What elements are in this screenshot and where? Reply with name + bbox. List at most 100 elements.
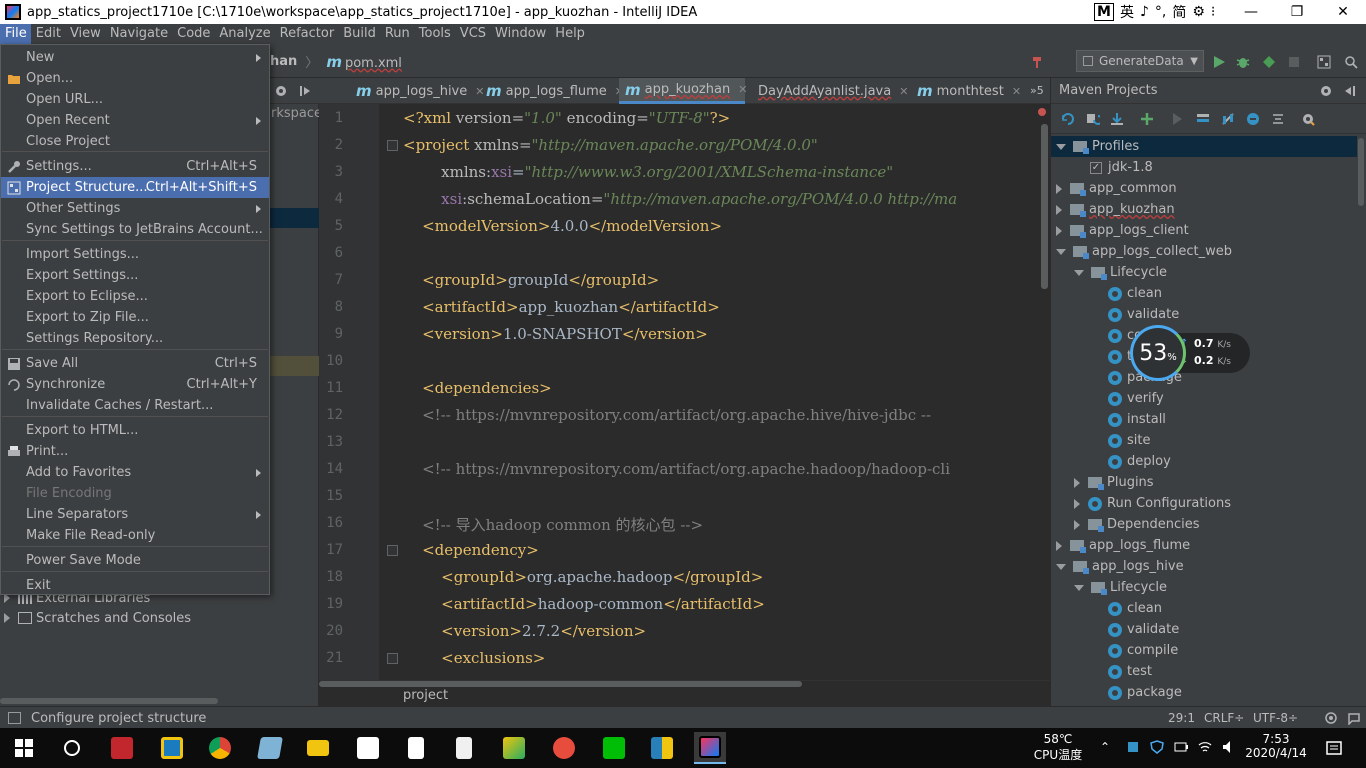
xml-breadcrumb[interactable]: project: [403, 688, 448, 703]
menu-view[interactable]: View: [65, 24, 105, 44]
fold-marker-icon[interactable]: [387, 653, 398, 664]
file-menu-item-export-settings[interactable]: Export Settings...: [1, 265, 269, 286]
maven-tree-item-deploy[interactable]: deploy: [1051, 451, 1357, 472]
tree-selected-row[interactable]: [270, 208, 319, 228]
collapse-icon[interactable]: [1074, 269, 1084, 276]
hide-panel-icon[interactable]: [298, 84, 312, 98]
ime-moon-icon[interactable]: ♪: [1140, 4, 1149, 20]
event-log-icon[interactable]: [1347, 711, 1361, 725]
windows-start-icon[interactable]: [8, 732, 40, 764]
maven-tree-item-validate[interactable]: validate: [1051, 619, 1357, 640]
ime-simplified[interactable]: 简: [1172, 2, 1186, 22]
collapse-all-icon[interactable]: [1271, 112, 1285, 126]
clock[interactable]: 7:53 2020/4/14: [1244, 732, 1308, 760]
security-shield-icon[interactable]: [1150, 740, 1164, 754]
document-icon[interactable]: [400, 732, 432, 764]
reimport-icon[interactable]: [1061, 112, 1075, 126]
battery-icon[interactable]: [1174, 740, 1188, 754]
file-menu-item-print[interactable]: Print...: [1, 441, 269, 462]
code-editor[interactable]: 1 2 3 4 5 6 7 8 9 10 11 12 13 14 15 16 17 18 19 20 21 <?xml …: [319, 104, 1050, 680]
gear-icon[interactable]: [1319, 84, 1333, 98]
file-menu-item-other-settings[interactable]: Other Settings: [1, 198, 269, 219]
search-icon[interactable]: [1344, 55, 1358, 69]
menu-help[interactable]: Help: [550, 24, 589, 44]
file-menu-item-power-save-mode[interactable]: Power Save Mode: [1, 550, 269, 571]
execute-goal-icon[interactable]: [1196, 112, 1210, 126]
menu-edit[interactable]: Edit: [31, 24, 65, 44]
minimize-button[interactable]: —: [1228, 0, 1274, 24]
tab-overflow-button[interactable]: »5: [1030, 84, 1044, 97]
ime-language[interactable]: 英: [1120, 2, 1134, 22]
run-icon[interactable]: [1212, 55, 1226, 69]
shield-icon[interactable]: [646, 732, 678, 764]
tab-app-logs-hive[interactable]: m app_logs_hive ✕: [350, 78, 484, 104]
collapse-icon[interactable]: [1074, 584, 1084, 591]
breadcrumb-file[interactable]: m pom.xml: [326, 53, 402, 71]
menu-build[interactable]: Build: [338, 24, 380, 44]
add-icon[interactable]: [1140, 112, 1154, 126]
maven-tree-item-site[interactable]: site: [1051, 430, 1357, 451]
maven-tree-item-clean[interactable]: clean: [1051, 598, 1357, 619]
close-button[interactable]: ✕: [1320, 0, 1366, 24]
file-menu-item-new[interactable]: New: [1, 47, 269, 68]
intellij-taskbar-icon[interactable]: [694, 732, 726, 764]
search-icon[interactable]: [56, 732, 88, 764]
menu-tools[interactable]: Tools: [414, 24, 455, 44]
menu-vcs[interactable]: VCS: [455, 24, 490, 44]
maven-tree-item-dependencies[interactable]: Dependencies: [1051, 514, 1357, 535]
menu-code[interactable]: Code: [172, 24, 214, 44]
file-menu-item-exit[interactable]: Exit: [1, 575, 269, 596]
file-menu-item-invalidate-caches-restart[interactable]: Invalidate Caches / Restart...: [1, 395, 269, 416]
file-menu-item-save-all[interactable]: Save All Ctrl+S: [1, 353, 269, 374]
file-menu-item-open[interactable]: Open...: [1, 68, 269, 89]
maven-tree-item-jdk-1-8[interactable]: ✓ jdk-1.8: [1051, 157, 1357, 178]
flash-icon[interactable]: [106, 732, 138, 764]
tool-window-toggle-icon[interactable]: [8, 712, 21, 724]
cpu-temperature[interactable]: 58℃ CPU温度: [1030, 732, 1086, 763]
maven-tree-item-profiles[interactable]: Profiles: [1051, 136, 1357, 157]
file-menu-item-make-file-read-only[interactable]: Make File Read-only: [1, 525, 269, 546]
close-icon[interactable]: ✕: [1012, 85, 1021, 98]
ime-more-icon[interactable]: ⁝: [1211, 4, 1215, 20]
file-menu-item-settings[interactable]: Settings... Ctrl+Alt+S: [1, 156, 269, 177]
menu-refactor[interactable]: Refactor: [275, 24, 339, 44]
maven-tree-item-validate[interactable]: validate: [1051, 304, 1357, 325]
maven-tree-item-run-configurations[interactable]: Run Configurations: [1051, 493, 1357, 514]
download-icon[interactable]: [1110, 112, 1124, 126]
line-separator[interactable]: CRLF÷: [1204, 711, 1244, 725]
file-menu-item-export-to-zip-file[interactable]: Export to Zip File...: [1, 307, 269, 328]
inspector-icon[interactable]: [1324, 711, 1338, 725]
maven-tree-item-compile[interactable]: compile: [1051, 640, 1357, 661]
show-hidden-icons[interactable]: ⌃: [1100, 740, 1110, 754]
browser-icon[interactable]: [498, 732, 530, 764]
coverage-icon[interactable]: [1262, 55, 1276, 69]
run-configuration-select[interactable]: GenerateData ▼: [1076, 50, 1204, 72]
expand-icon[interactable]: [1074, 477, 1080, 488]
build-hammer-icon[interactable]: [1030, 55, 1044, 69]
file-menu-item-export-to-html[interactable]: Export to HTML...: [1, 420, 269, 441]
debug-icon[interactable]: [1236, 55, 1250, 69]
network-monitor-widget[interactable]: ↑ 0.7 K/s ↓ 0.2 K/s 53%: [1130, 325, 1250, 381]
maven-tree-item-test[interactable]: test: [1051, 661, 1357, 682]
volume-icon[interactable]: [1222, 740, 1236, 754]
maven-tree-item-package[interactable]: package: [1051, 682, 1357, 703]
document-icon[interactable]: [448, 732, 480, 764]
file-menu-item-synchronize[interactable]: Synchronize Ctrl+Alt+Y: [1, 374, 269, 395]
ime-settings-icon[interactable]: ⚙: [1192, 4, 1205, 20]
maven-tree-item-verify[interactable]: verify: [1051, 388, 1357, 409]
menu-file[interactable]: File: [0, 24, 31, 44]
tree-item-scratches[interactable]: Scratches and Consoles: [4, 608, 191, 628]
menu-window[interactable]: Window: [490, 24, 550, 44]
file-menu-item-open-recent[interactable]: Open Recent: [1, 110, 269, 131]
iqiyi-icon[interactable]: [598, 732, 630, 764]
maven-tree-item-app-logs-collect-web[interactable]: app_logs_collect_web: [1051, 241, 1357, 262]
close-icon[interactable]: ✕: [738, 83, 747, 96]
menu-run[interactable]: Run: [380, 24, 414, 44]
file-menu-item-settings-repository[interactable]: Settings Repository...: [1, 328, 269, 349]
vertical-scrollbar[interactable]: [1358, 138, 1364, 206]
app-icon[interactable]: [352, 732, 384, 764]
maven-tree-item-app-logs-client[interactable]: app_logs_client: [1051, 220, 1357, 241]
file-explorer-icon[interactable]: [302, 732, 334, 764]
collapse-icon[interactable]: [1056, 248, 1066, 255]
file-menu-item-close-project[interactable]: Close Project: [1, 131, 269, 152]
